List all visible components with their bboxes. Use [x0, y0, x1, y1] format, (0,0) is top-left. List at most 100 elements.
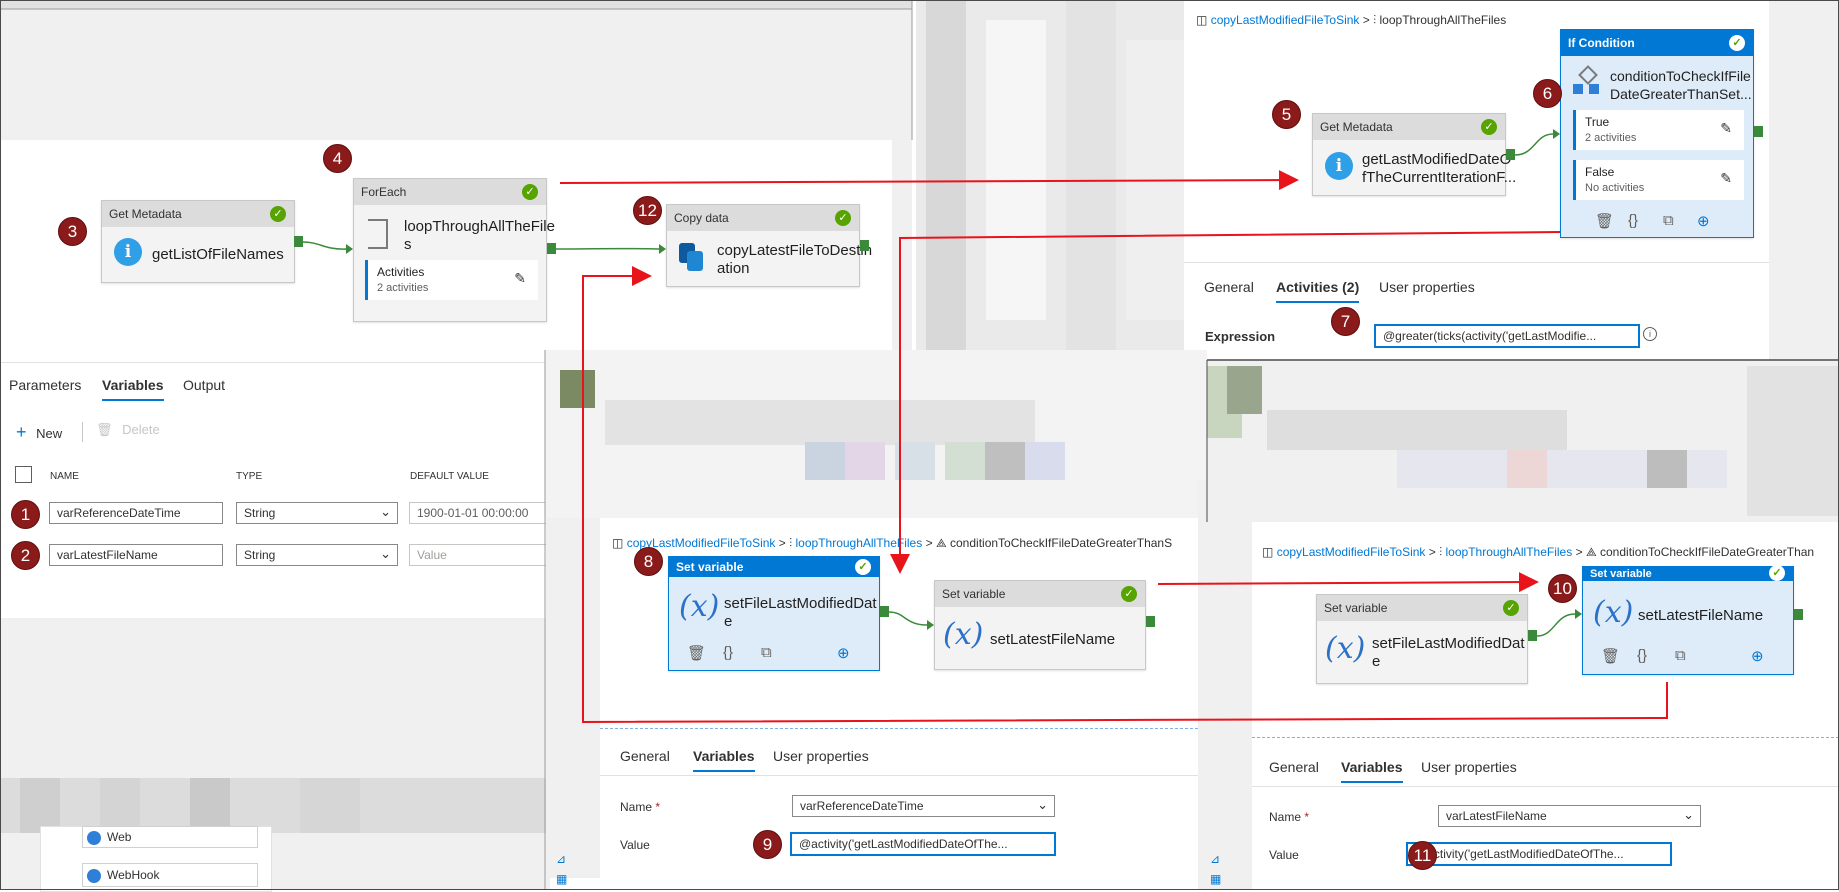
tab-user-properties[interactable]: User properties — [1421, 759, 1517, 775]
new-variable-button[interactable]: + New — [16, 422, 62, 443]
if-condition-activity[interactable]: If Condition✓ conditionToCheckIfFile Dat… — [1560, 29, 1754, 238]
set-variable-activity[interactable]: Set variable✓ (x) setLatestFileName 🗑 {}… — [1582, 566, 1794, 675]
pencil-icon[interactable]: ✎ — [514, 270, 526, 287]
right-edge-gray — [1769, 0, 1839, 360]
inner-activities-title: Activities — [377, 265, 424, 279]
set-variable-activity[interactable]: Set variable✓ (x) setFileLastModifiedDat… — [668, 556, 880, 671]
inner-activities-count: 2 activities — [377, 282, 428, 294]
breadcrumb-pipeline[interactable]: copyLastModifiedFileToSink — [1277, 545, 1426, 559]
breadcrumb-foreach[interactable]: loopThroughAllTheFiles — [1446, 545, 1573, 559]
get-metadata-activity[interactable]: Get Metadata✓ i getListOfFileNames — [101, 200, 295, 283]
output-port[interactable] — [1528, 630, 1537, 641]
expression-input[interactable]: @greater(ticks(activity('getLastModifie.… — [1374, 324, 1640, 348]
tab-user-properties[interactable]: User properties — [1379, 279, 1475, 295]
tab-variables[interactable]: Variables — [1341, 759, 1403, 775]
blurred-region — [1207, 360, 1839, 522]
add-output-icon[interactable]: ⊕ — [1697, 212, 1710, 230]
output-port[interactable] — [294, 236, 303, 247]
tab-general[interactable]: General — [1269, 759, 1319, 775]
activity-type: Get Metadata — [1320, 120, 1393, 134]
add-output-icon[interactable]: ⊕ — [837, 644, 850, 662]
tool-icon: ⊿ — [556, 852, 566, 866]
step-badge-9: 9 — [753, 830, 782, 859]
side-gray-strip — [1198, 480, 1252, 890]
tab-user-properties[interactable]: User properties — [773, 748, 869, 764]
input-port — [346, 244, 353, 254]
pipeline-icon: ◫ — [612, 536, 623, 550]
breadcrumb-foreach[interactable]: loopThroughAllTheFiles — [796, 536, 923, 550]
code-icon[interactable]: {} — [723, 644, 733, 661]
variable-value-input[interactable]: @activity('getLastModifiedDateOfThe... — [790, 832, 1056, 856]
web-activity-item[interactable]: Web — [82, 826, 258, 848]
tab-general[interactable]: General — [620, 748, 670, 764]
copy-icon[interactable]: ⧉ — [761, 644, 772, 661]
variable-icon: (x) — [1325, 631, 1365, 666]
delete-variable-button[interactable]: 🗑 Delete — [96, 422, 160, 438]
set-variable-activity[interactable]: Set variable✓ (x) setLatestFileName — [934, 580, 1146, 670]
pencil-icon[interactable]: ✎ — [1720, 120, 1732, 137]
inner-activities-box[interactable]: Activities 2 activities ✎ — [365, 260, 538, 300]
variable-type-select[interactable]: String⌄ — [236, 544, 398, 566]
output-port[interactable] — [1794, 609, 1803, 620]
true-branch-box[interactable]: True 2 activities ✎ — [1573, 110, 1744, 150]
output-port[interactable] — [880, 606, 889, 617]
delete-icon[interactable]: 🗑 — [687, 644, 706, 662]
if-condition-icon: ⟁ — [1586, 545, 1597, 559]
step-badge-3: 3 — [58, 217, 87, 246]
tab-output[interactable]: Output — [183, 377, 225, 393]
variable-default-input[interactable]: Value — [409, 544, 548, 566]
variable-icon: (x) — [679, 589, 719, 624]
set-variable-activity[interactable]: Set variable✓ (x) setFileLastModifiedDat… — [1316, 594, 1528, 684]
variable-name-input[interactable]: varLatestFileName — [49, 544, 223, 566]
tab-parameters[interactable]: Parameters — [9, 377, 81, 393]
breadcrumb-foreach: loopThroughAllTheFiles — [1380, 13, 1507, 27]
output-port[interactable] — [1506, 149, 1515, 160]
pencil-icon[interactable]: ✎ — [1720, 170, 1732, 187]
output-port[interactable] — [1754, 126, 1763, 137]
false-branch-box[interactable]: False No activities ✎ — [1573, 160, 1744, 200]
pipeline-properties-panel — [0, 362, 545, 619]
variable-type-select[interactable]: String⌄ — [236, 502, 398, 524]
input-port — [927, 620, 934, 630]
tab-variables[interactable]: Variables — [693, 748, 755, 764]
variable-name-select[interactable]: varLatestFileName⌄ — [1438, 805, 1701, 827]
tab-variables[interactable]: Variables — [102, 377, 164, 393]
if-condition-icon: ⟁ — [936, 536, 947, 550]
activity-name-line2: fTheCurrentIterationF... — [1362, 169, 1516, 187]
pipeline-icon: ◫ — [1196, 13, 1207, 27]
output-port[interactable] — [1146, 616, 1155, 627]
delete-icon[interactable]: 🗑 — [1595, 212, 1614, 230]
trash-icon: 🗑 — [96, 422, 113, 437]
foreach-activity[interactable]: ForEach✓ loopThroughAllTheFile s Activit… — [353, 178, 547, 322]
variable-name-select[interactable]: varReferenceDateTime⌄ — [792, 795, 1055, 817]
variable-value-input[interactable]: @activity('getLastModifiedDateOfThe... — [1406, 842, 1672, 866]
output-port[interactable] — [860, 240, 869, 251]
variable-default-input[interactable]: 1900-01-01 00:00:00 — [409, 502, 548, 524]
false-branch-label: False — [1585, 165, 1614, 179]
type-value: String — [244, 506, 275, 520]
step-badge-11: 11 — [1408, 841, 1437, 870]
step-badge-1: 1 — [11, 500, 40, 529]
copy-icon[interactable]: ⧉ — [1663, 212, 1674, 229]
step-badge-4: 4 — [323, 144, 352, 173]
activity-name-line1: conditionToCheckIfFile — [1610, 67, 1751, 85]
get-metadata-activity[interactable]: Get Metadata✓ i getLastModifiedDateO fTh… — [1312, 113, 1506, 196]
select-all-checkbox[interactable] — [15, 466, 32, 483]
blurred-region — [545, 350, 1207, 518]
breadcrumb-pipeline[interactable]: copyLastModifiedFileToSink — [1211, 13, 1360, 27]
variable-name-input[interactable]: varReferenceDateTime — [49, 502, 223, 524]
delete-icon[interactable]: 🗑 — [1601, 647, 1620, 665]
code-icon[interactable]: {} — [1637, 647, 1647, 664]
output-port[interactable] — [547, 243, 556, 254]
add-output-icon[interactable]: ⊕ — [1751, 647, 1764, 665]
code-icon[interactable]: {} — [1628, 212, 1638, 229]
required-marker: * — [1304, 810, 1309, 824]
copy-data-activity[interactable]: Copy data✓ copyLatestFileToDestin ation — [666, 204, 860, 287]
success-check-icon: ✓ — [855, 559, 871, 575]
column-name: NAME — [50, 471, 79, 482]
tab-activities[interactable]: Activities (2) — [1276, 279, 1359, 295]
webhook-activity-item[interactable]: WebHook — [82, 863, 258, 887]
copy-icon[interactable]: ⧉ — [1675, 647, 1686, 664]
tab-general[interactable]: General — [1204, 279, 1254, 295]
chevron-down-icon: ⌄ — [1037, 795, 1048, 815]
